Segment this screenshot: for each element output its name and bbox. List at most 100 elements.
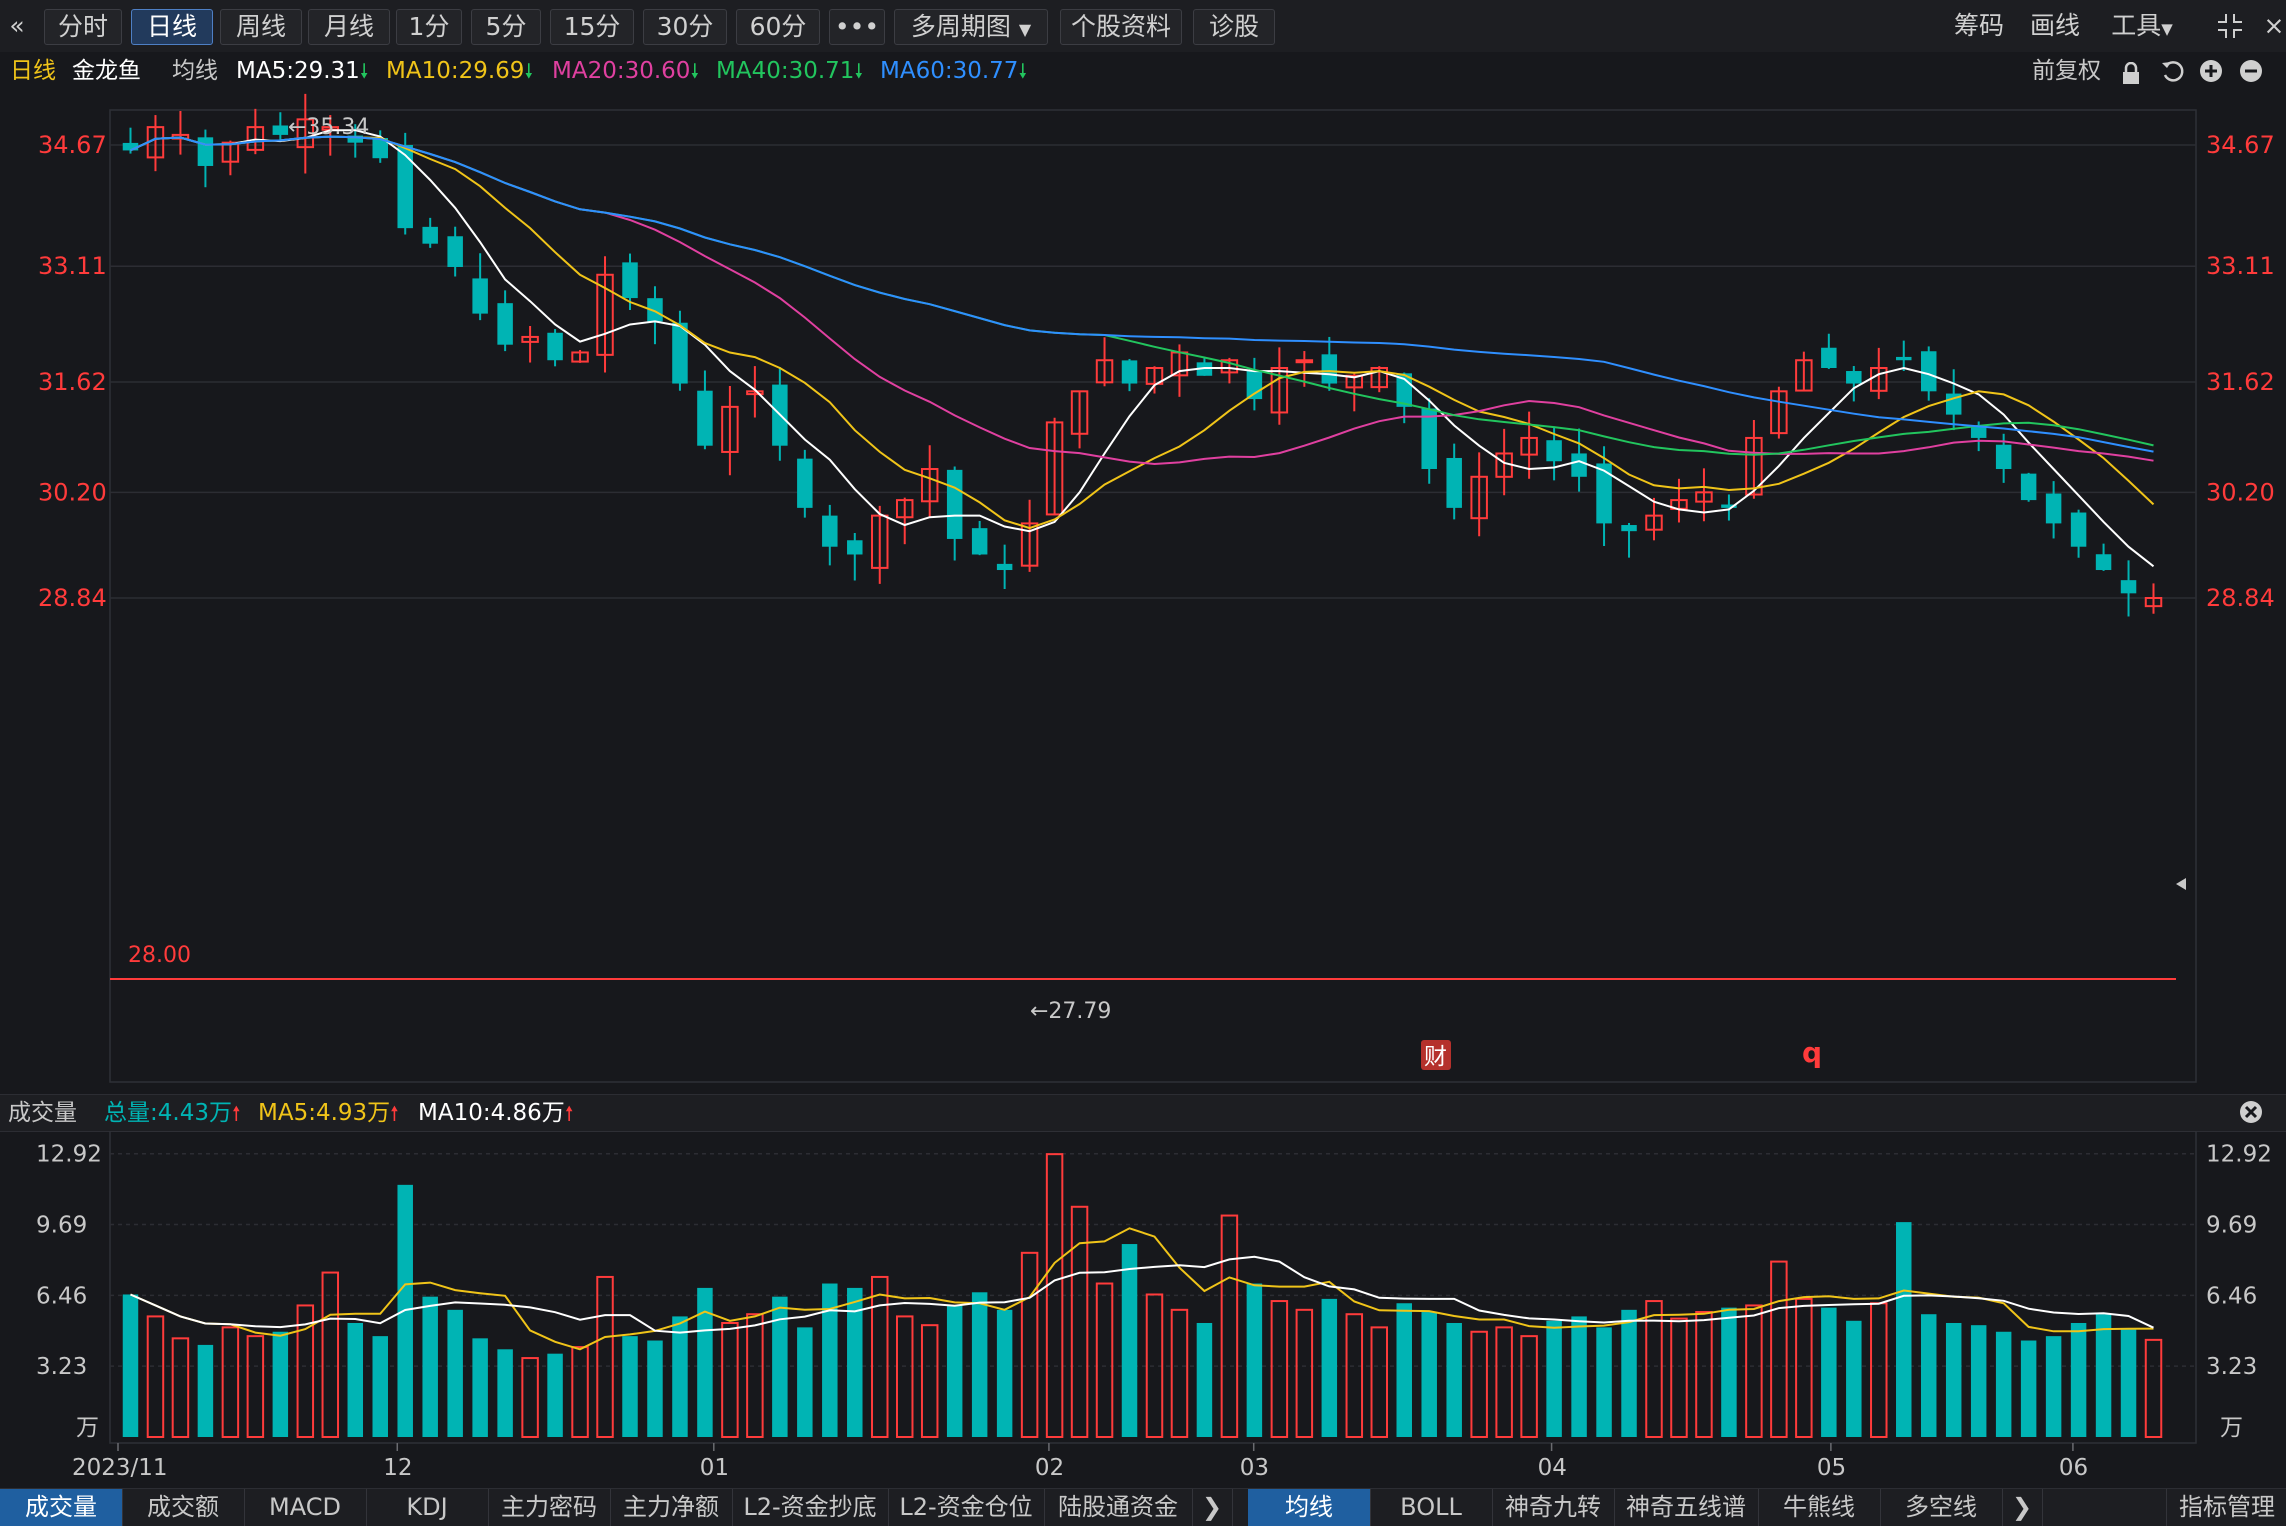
candle[interactable]	[246, 108, 265, 155]
volume-bar[interactable]	[1196, 1322, 1213, 1437]
volume-bar[interactable]	[1995, 1331, 2012, 1437]
volume-bar[interactable]	[871, 1275, 889, 1438]
volume-bar[interactable]	[721, 1321, 739, 1438]
candle[interactable]	[1896, 340, 1912, 371]
tab-magic-nine[interactable]: 神奇九转	[1492, 1489, 1615, 1526]
volume-bar[interactable]	[1870, 1302, 1888, 1438]
candle[interactable]	[1846, 366, 1862, 402]
volume-bar[interactable]	[1821, 1307, 1837, 1437]
chip-distribution-button[interactable]: 筹码	[1944, 9, 2014, 43]
volume-bar[interactable]	[1721, 1307, 1737, 1437]
candle[interactable]	[422, 217, 438, 248]
candle[interactable]	[971, 520, 988, 556]
volume-bar[interactable]	[996, 1309, 1013, 1437]
volume-bar[interactable]	[1896, 1222, 1912, 1437]
draw-line-button[interactable]: 画线	[2020, 9, 2090, 43]
candle[interactable]	[1095, 337, 1114, 387]
volume-bar[interactable]	[1421, 1312, 1437, 1437]
volume-bar[interactable]	[1170, 1308, 1189, 1439]
adjust-mode-button[interactable]: 前复权	[2032, 52, 2101, 90]
volume-bar[interactable]	[1070, 1205, 1089, 1439]
volume-bar[interactable]	[647, 1340, 663, 1437]
volume-bar[interactable]	[1370, 1326, 1389, 1439]
ma-title[interactable]: 均线	[172, 52, 218, 90]
tab-macd[interactable]: MACD	[244, 1489, 367, 1526]
volume-bar[interactable]	[1621, 1309, 1637, 1437]
volume-bar[interactable]	[422, 1296, 438, 1437]
volume-bar[interactable]	[171, 1337, 190, 1438]
volume-bar[interactable]	[2144, 1338, 2163, 1438]
volume-bar[interactable]	[122, 1294, 139, 1437]
candle[interactable]	[1020, 499, 1039, 572]
candle[interactable]	[497, 290, 513, 352]
volume-chart[interactable]: 12.92 12.92 9.69 9.69 6.46 6.46 3.23 3.23 万 万 202…	[0, 1131, 2286, 1487]
candle[interactable]	[1571, 428, 1587, 492]
volume-bar[interactable]	[1396, 1303, 1412, 1437]
stock-info-button[interactable]: 个股资料	[1060, 9, 1182, 45]
period-tab-daily[interactable]: 日线	[131, 9, 213, 45]
volume-bar[interactable]	[895, 1315, 914, 1438]
volume-bar[interactable]	[1470, 1330, 1488, 1438]
candle[interactable]	[2120, 560, 2137, 617]
tab-l2-position[interactable]: L2-资金仓位	[888, 1489, 1045, 1526]
volume-bar[interactable]	[372, 1336, 388, 1437]
volume-bar[interactable]	[1571, 1316, 1587, 1437]
volume-bar[interactable]	[971, 1292, 988, 1437]
volume-bar[interactable]	[1121, 1244, 1138, 1437]
candle[interactable]	[521, 325, 539, 363]
volume-bar[interactable]	[1095, 1282, 1114, 1438]
tab-bull-bear-line[interactable]: 牛熊线	[1758, 1489, 1881, 1526]
candle[interactable]	[871, 505, 889, 584]
period-tab-60min[interactable]: 60分	[736, 9, 820, 45]
candle[interactable]	[1246, 357, 1263, 411]
volume-bar[interactable]	[920, 1324, 939, 1438]
volume-bar[interactable]	[2045, 1336, 2062, 1437]
tab-magic-five-lines[interactable]: 神奇五线谱	[1614, 1489, 1759, 1526]
diagnose-button[interactable]: 诊股	[1193, 9, 1275, 45]
volume-bar[interactable]	[1246, 1283, 1263, 1437]
volume-bar[interactable]	[1345, 1313, 1364, 1438]
volume-bar[interactable]	[1520, 1335, 1538, 1439]
volume-bar[interactable]	[1670, 1317, 1688, 1439]
volume-bar[interactable]	[472, 1338, 488, 1437]
quarter-marker[interactable]: q	[1802, 1036, 1822, 1069]
volume-bar[interactable]	[272, 1331, 289, 1437]
volume-bar[interactable]	[1321, 1298, 1338, 1437]
volume-bar[interactable]	[1920, 1314, 1937, 1437]
zoom-in-icon[interactable]	[2198, 58, 2224, 96]
period-tab-intraday[interactable]: 分时	[44, 9, 122, 45]
candle[interactable]	[2144, 583, 2163, 614]
volume-bar[interactable]	[1846, 1320, 1862, 1437]
volume-bar[interactable]	[946, 1305, 963, 1437]
volume-bar[interactable]	[1745, 1304, 1763, 1438]
candle[interactable]	[2045, 481, 2062, 539]
candle[interactable]	[571, 350, 589, 363]
volume-bar[interactable]	[797, 1327, 813, 1437]
zoom-out-icon[interactable]	[2238, 58, 2264, 96]
tab-main-force-code[interactable]: 主力密码	[488, 1489, 611, 1526]
volume-bar[interactable]	[2095, 1314, 2112, 1437]
volume-bar[interactable]	[547, 1353, 563, 1437]
candle[interactable]	[1670, 478, 1688, 523]
volume-bar[interactable]	[1695, 1311, 1713, 1438]
candle[interactable]	[1045, 417, 1064, 516]
volume-bar[interactable]	[697, 1287, 713, 1437]
candle[interactable]	[1321, 336, 1338, 391]
tab-main-force-net[interactable]: 主力净额	[610, 1489, 733, 1526]
financial-report-marker[interactable]: 财	[1421, 1040, 1451, 1070]
candle[interactable]	[221, 140, 240, 176]
volume-bar[interactable]	[1546, 1320, 1562, 1437]
candle[interactable]	[447, 226, 463, 277]
volume-bar[interactable]	[1446, 1322, 1462, 1437]
volume-bar[interactable]	[197, 1344, 214, 1437]
period-tab-1min[interactable]: 1分	[396, 9, 462, 45]
candle[interactable]	[1821, 333, 1837, 369]
close-panel-icon[interactable]: ×	[2262, 9, 2286, 43]
volume-bar[interactable]	[1270, 1300, 1289, 1438]
tab-kdj[interactable]: KDJ	[366, 1489, 489, 1526]
tab-boll[interactable]: BOLL	[1370, 1489, 1493, 1526]
volume-bar[interactable]	[746, 1313, 764, 1438]
candle[interactable]	[146, 115, 165, 172]
volume-bar[interactable]	[2120, 1329, 2137, 1437]
candle[interactable]	[895, 497, 914, 545]
